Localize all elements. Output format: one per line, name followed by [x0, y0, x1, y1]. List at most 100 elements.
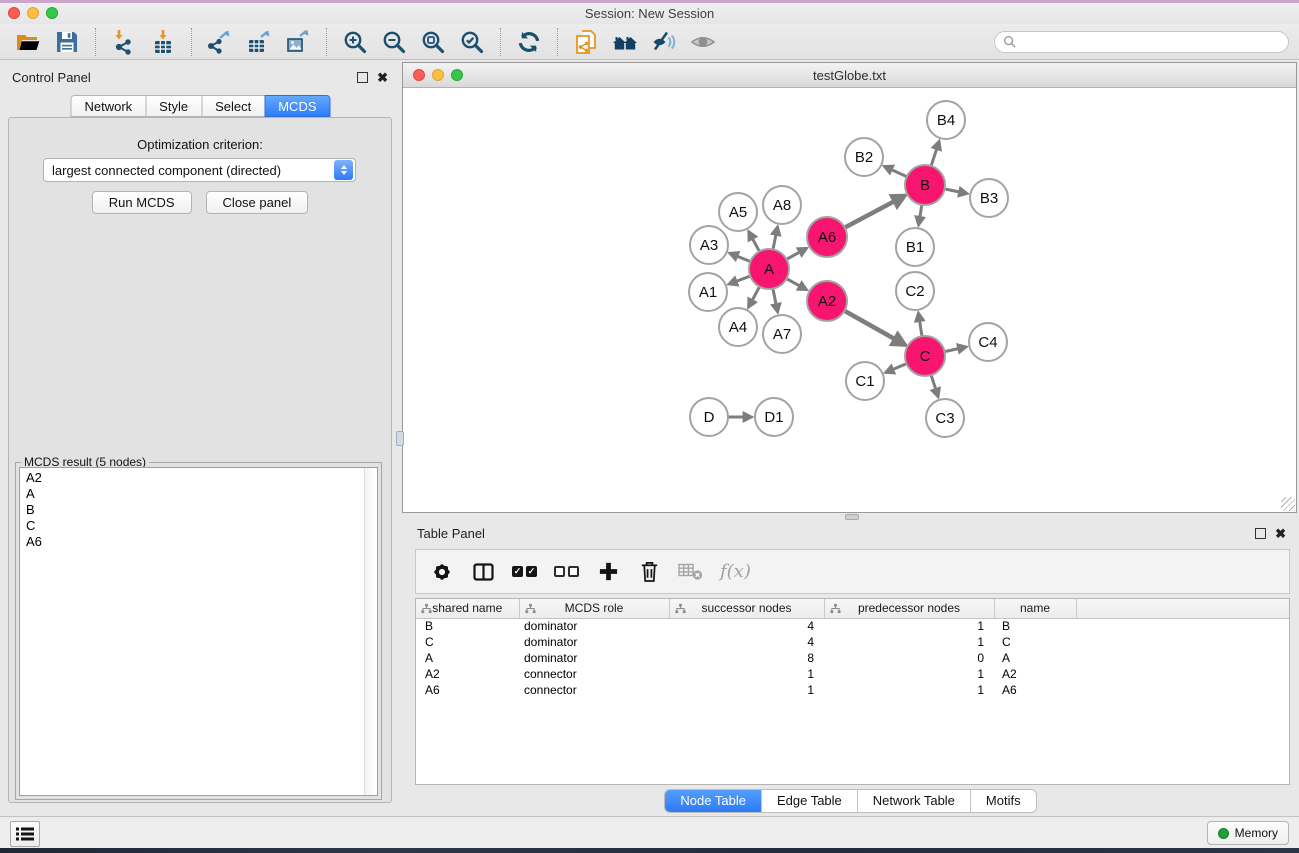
graph-node-A[interactable]: A: [749, 249, 789, 289]
table-cell[interactable]: B: [416, 618, 519, 634]
show-panels-button[interactable]: [688, 27, 718, 57]
list-scrollbar[interactable]: [364, 468, 377, 795]
memory-button[interactable]: Memory: [1207, 821, 1289, 845]
table-cell[interactable]: A: [416, 650, 519, 666]
clone-network-button[interactable]: [571, 27, 601, 57]
zoom-in-button[interactable]: [340, 27, 370, 57]
table-cell[interactable]: A6: [994, 682, 1076, 698]
table-row[interactable]: A2connector11A2: [416, 666, 1289, 682]
tab-network-table[interactable]: Network Table: [858, 790, 971, 812]
graph-node-A4[interactable]: A4: [719, 308, 757, 346]
table-cell[interactable]: 1: [824, 666, 994, 682]
mcds-result-list[interactable]: A2ABCA6: [19, 467, 378, 796]
export-image-button[interactable]: [283, 27, 313, 57]
table-cell[interactable]: A2: [994, 666, 1076, 682]
table-cell[interactable]: 1: [824, 634, 994, 650]
graph-node-B4[interactable]: B4: [927, 101, 965, 139]
network-graph[interactable]: AA1A2A3A4A5A6A7A8BB1B2B3B4CC1C2C3C4DD1: [403, 88, 1296, 512]
graph-node-A2[interactable]: A2: [807, 281, 847, 321]
column-header-successor-nodes[interactable]: successor nodes: [669, 599, 824, 618]
network-window-titlebar[interactable]: testGlobe.txt: [403, 63, 1296, 88]
search-input[interactable]: [1021, 35, 1280, 49]
table-cell[interactable]: 8: [669, 650, 824, 666]
table-cell[interactable]: 1: [824, 618, 994, 634]
export-network-button[interactable]: [205, 27, 235, 57]
select-all-button[interactable]: ✓✓: [512, 558, 537, 586]
table-cell[interactable]: 1: [824, 682, 994, 698]
search-field[interactable]: [994, 31, 1289, 53]
close-table-panel-icon[interactable]: ✖: [1275, 527, 1286, 540]
table-cell[interactable]: dominator: [519, 618, 669, 634]
table-cell[interactable]: dominator: [519, 634, 669, 650]
graph-node-B2[interactable]: B2: [845, 138, 883, 176]
float-panel-icon[interactable]: [357, 72, 368, 83]
table-row[interactable]: Adominator80A: [416, 650, 1289, 666]
table-cell[interactable]: B: [994, 618, 1076, 634]
table-cell[interactable]: C: [994, 634, 1076, 650]
node-table[interactable]: shared nameMCDS rolesuccessor nodesprede…: [416, 599, 1289, 698]
column-header-name[interactable]: name: [994, 599, 1076, 618]
import-table-button[interactable]: [148, 27, 178, 57]
column-header-predecessor-nodes[interactable]: predecessor nodes: [824, 599, 994, 618]
tab-edge-table[interactable]: Edge Table: [762, 790, 858, 812]
graph-node-A6[interactable]: A6: [807, 217, 847, 257]
window-resize-grip[interactable]: [1281, 497, 1295, 511]
run-mcds-button[interactable]: Run MCDS: [92, 191, 192, 214]
delete-column-button[interactable]: [637, 558, 661, 586]
graph-node-C1[interactable]: C1: [846, 362, 884, 400]
zoom-selected-button[interactable]: [457, 27, 487, 57]
mcds-result-item[interactable]: A2: [20, 468, 377, 486]
graph-node-A5[interactable]: A5: [719, 193, 757, 231]
table-cell[interactable]: A6: [416, 682, 519, 698]
import-network-button[interactable]: [109, 27, 139, 57]
table-cell[interactable]: 1: [669, 682, 824, 698]
column-header-shared-name[interactable]: shared name: [416, 599, 519, 618]
close-panel-button[interactable]: Close panel: [206, 191, 309, 214]
mcds-result-item[interactable]: A: [20, 486, 377, 502]
tab-node-table[interactable]: Node Table: [665, 790, 762, 812]
zoom-fit-button[interactable]: [418, 27, 448, 57]
graph-node-C3[interactable]: C3: [926, 399, 964, 437]
vertical-splitter-grip[interactable]: [396, 431, 404, 446]
graph-node-C2[interactable]: C2: [896, 272, 934, 310]
open-session-button[interactable]: [13, 27, 43, 57]
table-cell[interactable]: 4: [669, 634, 824, 650]
table-cell[interactable]: A2: [416, 666, 519, 682]
add-column-button[interactable]: [596, 558, 620, 586]
tab-style[interactable]: Style: [145, 95, 202, 117]
split-panel-button[interactable]: [471, 558, 495, 586]
table-row[interactable]: Cdominator41C: [416, 634, 1289, 650]
mcds-result-item[interactable]: C: [20, 518, 377, 534]
network-canvas[interactable]: AA1A2A3A4A5A6A7A8BB1B2B3B4CC1C2C3C4DD1: [403, 88, 1296, 512]
save-session-button[interactable]: [52, 27, 82, 57]
table-cell[interactable]: connector: [519, 666, 669, 682]
tab-mcds[interactable]: MCDS: [264, 95, 330, 117]
table-cell[interactable]: dominator: [519, 650, 669, 666]
tab-select[interactable]: Select: [201, 95, 265, 117]
graph-node-A8[interactable]: A8: [763, 186, 801, 224]
graph-node-B3[interactable]: B3: [970, 179, 1008, 217]
graph-node-C4[interactable]: C4: [969, 323, 1007, 361]
table-cell[interactable]: connector: [519, 682, 669, 698]
graph-node-C[interactable]: C: [905, 336, 945, 376]
table-cell[interactable]: A: [994, 650, 1076, 666]
export-table-button[interactable]: [244, 27, 274, 57]
deselect-all-button[interactable]: [554, 558, 579, 586]
zoom-out-button[interactable]: [379, 27, 409, 57]
task-history-button[interactable]: [10, 821, 40, 847]
table-row[interactable]: Bdominator41B: [416, 618, 1289, 634]
graph-node-B1[interactable]: B1: [896, 228, 934, 266]
table-cell[interactable]: 4: [669, 618, 824, 634]
refresh-layout-button[interactable]: [514, 27, 544, 57]
float-table-panel-icon[interactable]: [1255, 528, 1266, 539]
graph-node-A3[interactable]: A3: [690, 226, 728, 264]
hide-panels-button[interactable]: [649, 27, 679, 57]
criterion-dropdown[interactable]: largest connected component (directed): [43, 158, 356, 182]
graph-node-D1[interactable]: D1: [755, 398, 793, 436]
mcds-result-item[interactable]: A6: [20, 534, 377, 550]
close-panel-icon[interactable]: ✖: [377, 71, 388, 84]
tab-network[interactable]: Network: [70, 95, 146, 117]
table-cell[interactable]: C: [416, 634, 519, 650]
table-settings-button[interactable]: [430, 558, 454, 586]
column-header-mcds-role[interactable]: MCDS role: [519, 599, 669, 618]
